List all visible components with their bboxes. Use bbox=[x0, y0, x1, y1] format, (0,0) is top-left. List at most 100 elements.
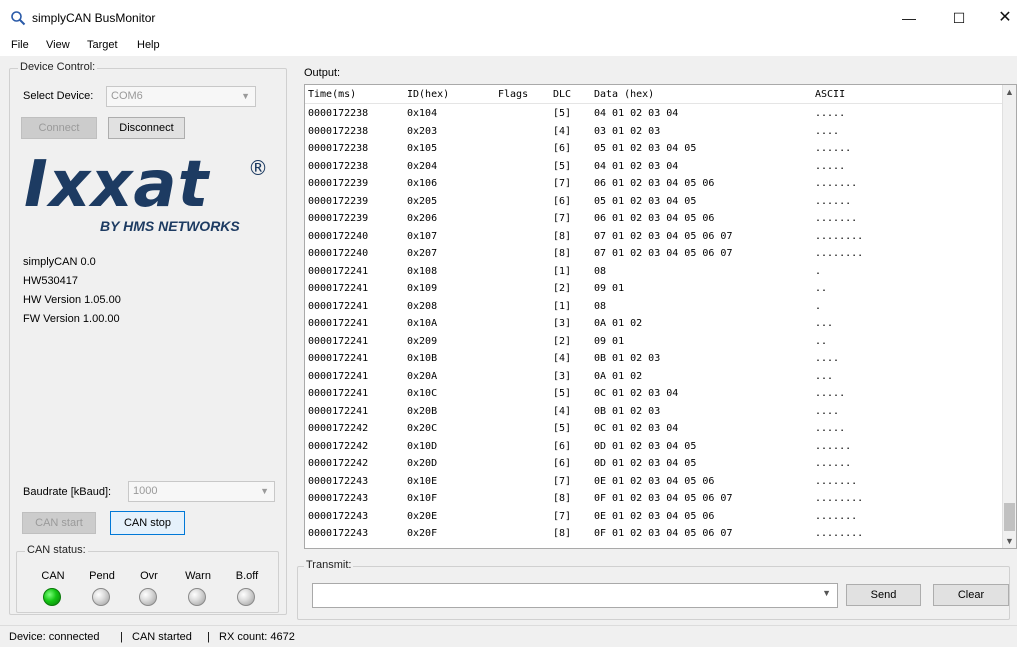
cell-ascii: ... bbox=[815, 370, 834, 382]
output-row[interactable]: 0000172243 0x20F [8] 0F 01 02 03 04 05 06 0… bbox=[305, 526, 1005, 542]
minimize-button[interactable]: — bbox=[886, 4, 932, 32]
output-row[interactable]: 0000172241 0x10A [3] 0A 01 02... bbox=[305, 316, 1005, 332]
maximize-button[interactable]: ☐ bbox=[936, 4, 982, 32]
led-label-ovr: Ovr bbox=[140, 570, 158, 582]
cell-id: 0x107 bbox=[407, 230, 438, 242]
header-time: Time(ms) bbox=[308, 89, 357, 100]
baudrate-label: Baudrate [kBaud]: bbox=[23, 486, 112, 498]
output-row[interactable]: 0000172238 0x104 [5] 04 01 02 03 04..... bbox=[305, 106, 1005, 122]
cell-time: 0000172241 bbox=[308, 370, 369, 382]
cell-ascii: ...... bbox=[815, 195, 852, 207]
can-start-button[interactable]: CAN start bbox=[22, 512, 96, 534]
output-row[interactable]: 0000172242 0x20C [5] 0C 01 02 03 04..... bbox=[305, 421, 1005, 437]
scroll-up-icon[interactable]: ▲ bbox=[1005, 87, 1014, 97]
status-rx-count: RX count: 4672 bbox=[219, 631, 295, 643]
cell-ascii: ..... bbox=[815, 160, 846, 172]
output-row[interactable]: 0000172238 0x203 [4] 03 01 02 03.... bbox=[305, 124, 1005, 140]
output-row[interactable]: 0000172238 0x204 [5] 04 01 02 03 04..... bbox=[305, 159, 1005, 175]
cell-time: 0000172241 bbox=[308, 353, 369, 364]
transmit-label: Transmit: bbox=[304, 559, 354, 571]
device-name-text: simplyCAN 0.0 bbox=[23, 256, 96, 268]
output-row[interactable]: 0000172243 0x10E [7] 0E 01 02 03 04 05 06..… bbox=[305, 474, 1005, 490]
title-bar: simplyCAN BusMonitor — ☐ ✕ bbox=[0, 0, 1017, 36]
output-row[interactable]: 0000172239 0x106 [7] 06 01 02 03 04 05 06..… bbox=[305, 176, 1005, 192]
status-device: Device: connected bbox=[9, 631, 100, 643]
cell-data: 08 bbox=[594, 265, 607, 277]
cell-time: 0000172241 bbox=[308, 405, 369, 417]
scroll-down-icon[interactable]: ▼ bbox=[1005, 536, 1014, 546]
cell-ascii: .... bbox=[815, 125, 840, 137]
cell-time: 0000172243 bbox=[308, 475, 369, 487]
menu-file[interactable]: File bbox=[11, 39, 29, 51]
transmit-input[interactable]: ▼ bbox=[312, 583, 838, 608]
cell-id: 0x105 bbox=[407, 143, 438, 154]
cell-dlc: [8] bbox=[553, 528, 572, 539]
cell-time: 0000172239 bbox=[308, 213, 369, 224]
header-id: ID(hex) bbox=[407, 89, 450, 100]
cell-dlc: [1] bbox=[553, 300, 572, 312]
cell-ascii: ...... bbox=[815, 458, 852, 469]
cell-dlc: [5] bbox=[553, 423, 572, 434]
status-can: CAN started bbox=[132, 631, 192, 643]
output-row[interactable]: 0000172243 0x10F [8] 0F 01 02 03 04 05 06 0… bbox=[305, 491, 1005, 507]
output-row[interactable]: 0000172238 0x105 [6] 05 01 02 03 04 05.....… bbox=[305, 141, 1005, 157]
output-row[interactable]: 0000172241 0x10B [4] 0B 01 02 03.... bbox=[305, 351, 1005, 367]
cell-ascii: ... bbox=[815, 318, 834, 329]
output-row[interactable]: 0000172241 0x208 [1] 08. bbox=[305, 299, 1005, 315]
cell-data: 07 01 02 03 04 05 06 07 bbox=[594, 248, 733, 259]
output-row[interactable]: 0000172239 0x206 [7] 06 01 02 03 04 05 06..… bbox=[305, 211, 1005, 227]
cell-time: 0000172242 bbox=[308, 423, 369, 434]
chevron-down-icon[interactable]: ▼ bbox=[822, 588, 831, 598]
menu-help[interactable]: Help bbox=[137, 39, 160, 51]
output-row[interactable]: 0000172241 0x20B [4] 0B 01 02 03.... bbox=[305, 404, 1005, 420]
cell-id: 0x106 bbox=[407, 178, 438, 189]
cell-ascii: .. bbox=[815, 335, 828, 347]
output-scrollbar[interactable]: ▲ ▼ bbox=[1002, 85, 1016, 548]
cell-time: 0000172241 bbox=[308, 335, 369, 347]
close-button[interactable]: ✕ bbox=[982, 4, 1017, 32]
output-row[interactable]: 0000172241 0x209 [2] 09 01.. bbox=[305, 334, 1005, 350]
cell-data: 0B 01 02 03 bbox=[594, 405, 661, 417]
select-device-value: COM6 bbox=[111, 90, 143, 102]
cell-dlc: [4] bbox=[553, 353, 572, 364]
cell-data: 04 01 02 03 04 bbox=[594, 160, 679, 172]
disconnect-button[interactable]: Disconnect bbox=[108, 117, 185, 139]
menu-target[interactable]: Target bbox=[87, 39, 118, 51]
baudrate-value: 1000 bbox=[133, 485, 158, 497]
output-row[interactable]: 0000172243 0x20E [7] 0E 01 02 03 04 05 06..… bbox=[305, 509, 1005, 525]
select-device-combo[interactable]: COM6 ▼ bbox=[106, 86, 256, 107]
cell-id: 0x209 bbox=[407, 335, 438, 347]
cell-data: 03 01 02 03 bbox=[594, 125, 661, 137]
clear-button[interactable]: Clear bbox=[933, 584, 1009, 606]
led-label-boff: B.off bbox=[235, 570, 259, 582]
output-row[interactable]: 0000172239 0x205 [6] 05 01 02 03 04 05.....… bbox=[305, 194, 1005, 210]
baudrate-combo[interactable]: 1000 ▼ bbox=[128, 481, 275, 502]
can-stop-button[interactable]: CAN stop bbox=[110, 511, 185, 535]
cell-data: 08 bbox=[594, 300, 607, 312]
header-dlc: DLC bbox=[553, 89, 572, 100]
output-row[interactable]: 0000172242 0x10D [6] 0D 01 02 03 04 05.....… bbox=[305, 439, 1005, 455]
scroll-thumb[interactable] bbox=[1004, 503, 1015, 531]
menu-view[interactable]: View bbox=[46, 39, 70, 51]
cell-data: 0C 01 02 03 04 bbox=[594, 388, 679, 399]
output-row[interactable]: 0000172241 0x108 [1] 08. bbox=[305, 264, 1005, 280]
cell-data: 06 01 02 03 04 05 06 bbox=[594, 213, 715, 224]
send-button[interactable]: Send bbox=[846, 584, 921, 606]
cell-dlc: [6] bbox=[553, 440, 572, 452]
output-listbox[interactable]: Time(ms) ID(hex) Flags DLC Data (hex) AS… bbox=[304, 84, 1017, 549]
cell-id: 0x203 bbox=[407, 125, 438, 137]
output-row[interactable]: 0000172241 0x20A [3] 0A 01 02... bbox=[305, 369, 1005, 385]
output-row[interactable]: 0000172241 0x109 [2] 09 01.. bbox=[305, 281, 1005, 297]
menu-bar: File View Target Help bbox=[0, 36, 1017, 56]
output-row[interactable]: 0000172241 0x10C [5] 0C 01 02 03 04..... bbox=[305, 386, 1005, 402]
chevron-down-icon: ▼ bbox=[260, 486, 269, 496]
connect-button[interactable]: Connect bbox=[21, 117, 97, 139]
cell-ascii: . bbox=[815, 300, 822, 312]
cell-data: 0A 01 02 bbox=[594, 318, 643, 329]
output-row[interactable]: 0000172240 0x207 [8] 07 01 02 03 04 05 06 0… bbox=[305, 246, 1005, 262]
cell-id: 0x10E bbox=[407, 475, 438, 487]
cell-data: 09 01 bbox=[594, 283, 625, 294]
output-row[interactable]: 0000172240 0x107 [8] 07 01 02 03 04 05 06 0… bbox=[305, 229, 1005, 245]
cell-dlc: [3] bbox=[553, 318, 572, 329]
output-row[interactable]: 0000172242 0x20D [6] 0D 01 02 03 04 05.....… bbox=[305, 456, 1005, 472]
